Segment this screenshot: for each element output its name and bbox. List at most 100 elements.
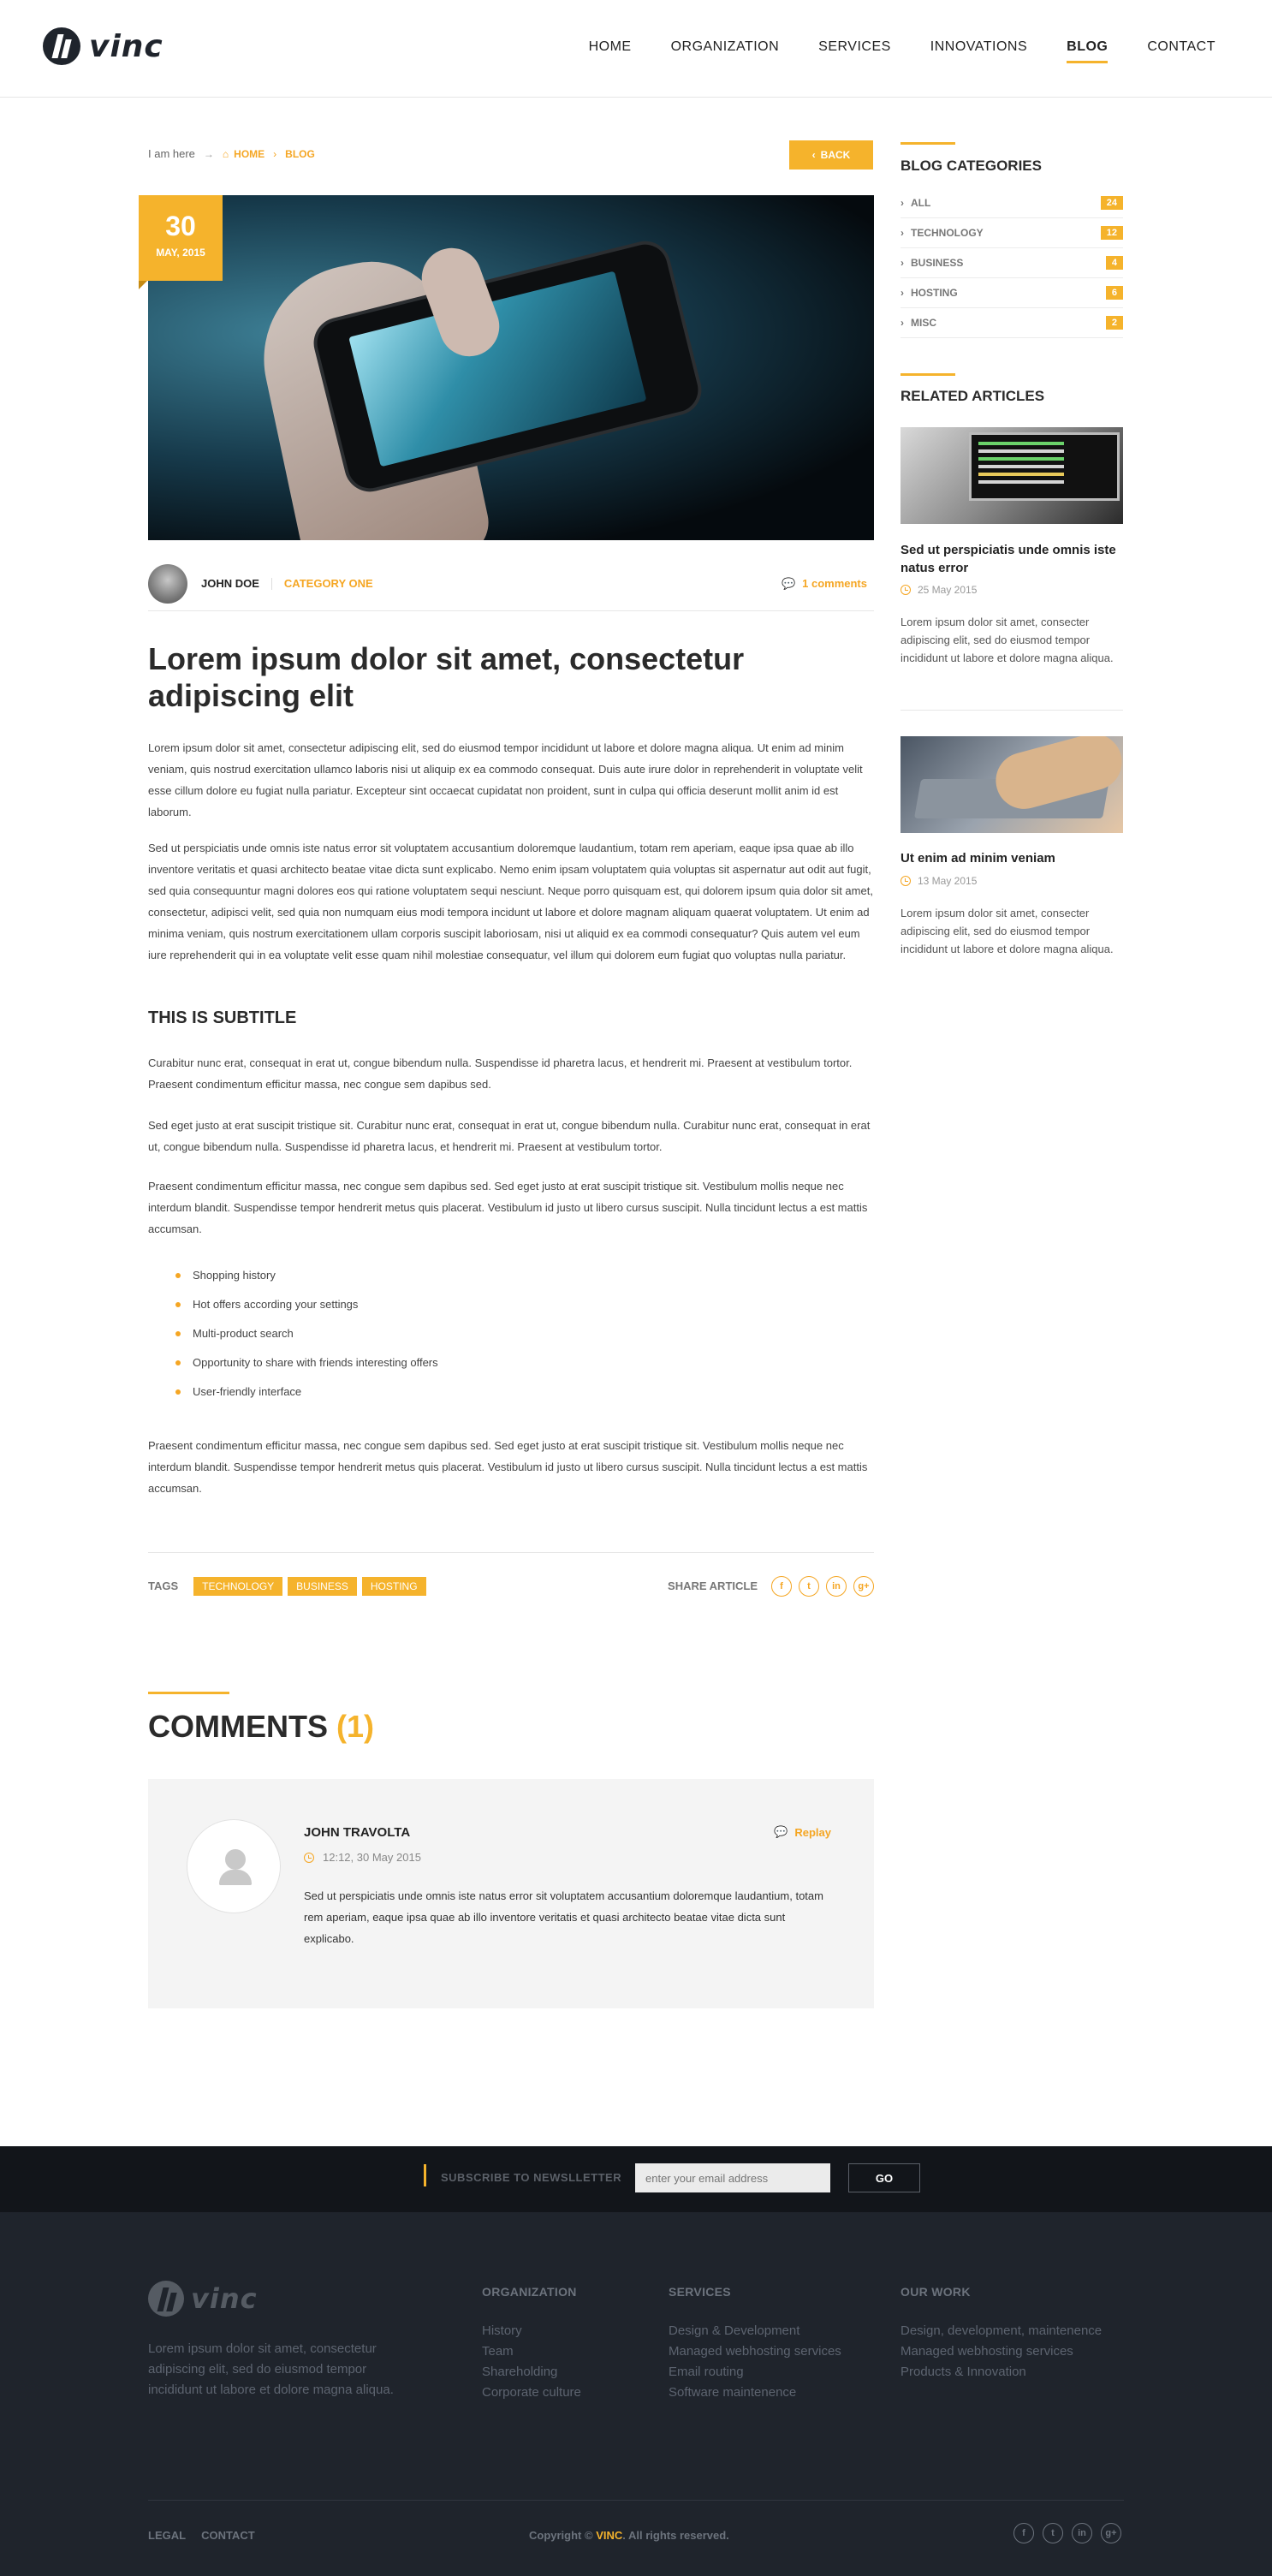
- footer-link[interactable]: Email routing: [669, 2362, 841, 2383]
- clock-icon: [901, 585, 911, 595]
- footer-link[interactable]: Design, development, maintenence: [901, 2321, 1102, 2341]
- footer-column-organization: ORGANIZATION History Team Shareholding C…: [482, 2285, 581, 2403]
- post-date-badge: 30 MAY, 2015: [139, 195, 223, 289]
- category-item-business[interactable]: › BUSINESS 4: [901, 248, 1123, 278]
- chevron-right-icon: ›: [273, 147, 277, 160]
- tag-technology[interactable]: TECHNOLOGY: [193, 1576, 283, 1596]
- footer-about: Lorem ipsum dolor sit amet, consectetur …: [148, 2341, 394, 2397]
- newsletter-email-input[interactable]: [635, 2163, 830, 2192]
- copyright-prefix: Copyright ©: [529, 2529, 593, 2542]
- related-article-title[interactable]: Sed ut perspiciatis unde omnis iste natu…: [901, 541, 1123, 577]
- nav-item-services[interactable]: SERVICES: [818, 39, 891, 55]
- breadcrumb-home[interactable]: ⌂ HOME: [223, 148, 265, 160]
- back-button-label: BACK: [820, 149, 851, 161]
- speech-bubble-icon: 💬: [781, 576, 796, 590]
- user-placeholder-icon: [187, 1819, 281, 1913]
- related-article-image[interactable]: [901, 427, 1123, 524]
- googleplus-icon[interactable]: g+: [1101, 2523, 1121, 2543]
- category-item-all[interactable]: › ALL 24: [901, 188, 1123, 218]
- feature-list: Shopping history Hot offers according yo…: [175, 1264, 438, 1410]
- footer-link[interactable]: Products & Innovation: [901, 2362, 1102, 2383]
- post-category[interactable]: CATEGORY ONE: [284, 577, 373, 590]
- author-avatar: [148, 563, 187, 604]
- category-count: 4: [1105, 256, 1123, 270]
- meta-divider: [270, 577, 272, 590]
- facebook-icon[interactable]: f: [771, 1575, 792, 1597]
- nav-item-contact[interactable]: CONTACT: [1147, 39, 1216, 55]
- breadcrumb-home-label: HOME: [234, 147, 265, 160]
- footer-divider: [148, 2500, 1124, 2501]
- nav-item-blog[interactable]: BLOG: [1067, 39, 1109, 63]
- newsletter-go-button[interactable]: GO: [848, 2163, 920, 2192]
- reply-button[interactable]: 💬 Replay: [774, 1825, 831, 1839]
- footer-logo[interactable]: vinc: [148, 2281, 258, 2317]
- footer-link[interactable]: Managed webhosting services: [669, 2341, 841, 2362]
- site-footer: vinc Lorem ipsum dolor sit amet, consect…: [0, 2212, 1272, 2576]
- footer-link[interactable]: Software maintenence: [669, 2383, 841, 2403]
- category-item-misc[interactable]: › MISC 2: [901, 308, 1123, 338]
- footer-link[interactable]: Corporate culture: [482, 2383, 581, 2403]
- nav-item-organization[interactable]: ORGANIZATION: [671, 39, 780, 55]
- comments-title: COMMENTS (1): [148, 1709, 374, 1745]
- footer-link[interactable]: Shareholding: [482, 2362, 581, 2383]
- comments-link[interactable]: 💬 1 comments: [782, 577, 867, 591]
- chevron-right-icon: ›: [901, 287, 904, 299]
- categories-rule: [901, 142, 955, 145]
- categories-title: BLOG CATEGORIES: [901, 158, 1042, 174]
- back-button[interactable]: ‹ BACK: [789, 140, 873, 170]
- footer-link[interactable]: Managed webhosting services: [901, 2341, 1102, 2362]
- article-subtitle: THIS IS SUBTITLE: [148, 1008, 297, 1027]
- post-author[interactable]: JOHN DOE: [201, 577, 259, 590]
- contact-link[interactable]: CONTACT: [201, 2529, 255, 2542]
- copyright-suffix: . All rights reserved.: [622, 2529, 729, 2542]
- category-name: BUSINESS: [911, 257, 964, 269]
- laptop-code-screen: [969, 432, 1120, 501]
- related-article-title[interactable]: Ut enim ad minim veniam: [901, 849, 1123, 867]
- footer-link[interactable]: History: [482, 2321, 581, 2341]
- related-article-date: 25 May 2015: [901, 584, 977, 596]
- comment-text: Sed ut perspiciatis unde omnis iste natu…: [304, 1889, 823, 1945]
- tag-business[interactable]: BUSINESS: [288, 1576, 357, 1596]
- logo-text: vinc: [89, 28, 163, 64]
- footer-column-title: OUR WORK: [901, 2285, 971, 2299]
- nav-item-innovations[interactable]: INNOVATIONS: [930, 39, 1027, 55]
- category-count: 12: [1100, 226, 1123, 240]
- googleplus-icon[interactable]: g+: [853, 1575, 874, 1597]
- category-count: 6: [1105, 286, 1123, 300]
- footer-logo-text: vinc: [191, 2282, 258, 2315]
- article-paragraph-6: Praesent condimentum efficitur massa, ne…: [148, 1439, 868, 1495]
- related-article-image[interactable]: [901, 736, 1123, 833]
- twitter-icon[interactable]: t: [1043, 2523, 1063, 2543]
- related-article-date-label: 13 May 2015: [918, 875, 978, 887]
- nav-item-home[interactable]: HOME: [589, 39, 632, 55]
- speech-bubble-icon: 💬: [774, 1825, 788, 1838]
- category-item-technology[interactable]: › TECHNOLOGY 12: [901, 218, 1123, 248]
- comments-title-label: COMMENTS: [148, 1709, 328, 1744]
- tags-label: TAGS: [148, 1580, 179, 1592]
- linkedin-icon[interactable]: in: [1072, 2523, 1092, 2543]
- logo-mark-icon: [148, 2281, 184, 2317]
- category-name: HOSTING: [911, 287, 958, 299]
- clock-icon: [901, 876, 911, 886]
- list-item: Hot offers according your settings: [175, 1294, 438, 1323]
- post-date-month: MAY, 2015: [156, 247, 205, 259]
- facebook-icon[interactable]: f: [1013, 2523, 1034, 2543]
- comments-count: (1): [336, 1709, 375, 1744]
- tag-hosting[interactable]: HOSTING: [361, 1576, 426, 1596]
- comment-date: 12:12, 30 May 2015: [304, 1851, 421, 1864]
- category-count: 2: [1105, 316, 1123, 330]
- category-item-hosting[interactable]: › HOSTING 6: [901, 278, 1123, 308]
- footer-link[interactable]: Team: [482, 2341, 581, 2362]
- comments-link-label: 1 comments: [802, 577, 867, 590]
- footer-link[interactable]: Design & Development: [669, 2321, 841, 2341]
- site-logo[interactable]: vinc: [43, 27, 163, 65]
- list-item: User-friendly interface: [175, 1381, 438, 1410]
- newsletter-bar: SUBSCRIBE TO NEWSLLETTER GO: [0, 2146, 1272, 2212]
- newsletter-accent: [424, 2164, 426, 2186]
- linkedin-icon[interactable]: in: [826, 1575, 847, 1597]
- comments-rule: [148, 1692, 229, 1694]
- twitter-icon[interactable]: t: [799, 1575, 819, 1597]
- legal-link[interactable]: LEGAL: [148, 2529, 186, 2542]
- category-list: › ALL 24 › TECHNOLOGY 12 › BUSINESS 4 › HOST…: [901, 188, 1123, 338]
- article-paragraph-3: Curabitur nunc erat, consequat in erat u…: [148, 1056, 853, 1091]
